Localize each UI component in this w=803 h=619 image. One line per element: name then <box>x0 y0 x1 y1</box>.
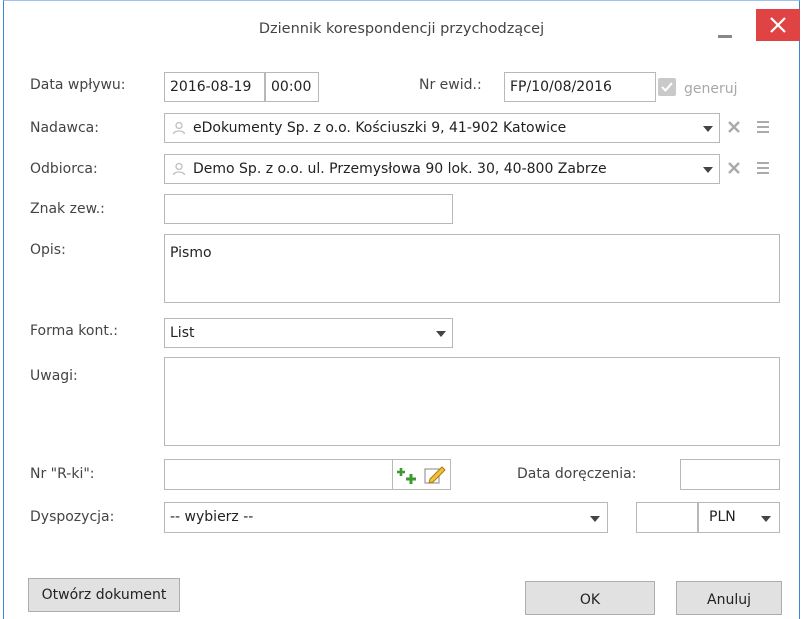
time-input[interactable]: 00:00 <box>265 72 319 102</box>
nr-rki-tools <box>393 459 451 490</box>
open-document-button[interactable]: Otwórz dokument <box>28 578 180 612</box>
add-icon[interactable] <box>397 467 419 485</box>
nadawca-select[interactable]: eDokumenty Sp. z o.o. Kościuszki 9, 41-9… <box>164 113 720 143</box>
opis-label: Opis: <box>30 242 66 258</box>
odbiorca-select[interactable]: Demo Sp. z o.o. ul. Przemysłowa 90 lok. … <box>164 154 720 184</box>
nr-ewid-input[interactable]: FP/10/08/2016 <box>504 72 656 102</box>
nr-rki-label: Nr "R-ki": <box>30 466 95 482</box>
data-wplywu-label: Data wpływu: <box>30 77 126 93</box>
dyspozycja-label: Dyspozycja: <box>30 509 115 525</box>
chevron-down-icon <box>761 516 771 522</box>
chevron-down-icon <box>436 331 446 337</box>
clear-icon[interactable] <box>728 162 740 174</box>
menu-icon[interactable] <box>757 162 769 177</box>
window-title: Dziennik korespondencji przychodzącej <box>258 21 545 37</box>
uwagi-label: Uwagi: <box>30 368 78 384</box>
contact-icon <box>172 121 186 135</box>
close-button[interactable] <box>756 9 800 41</box>
forma-kont-select[interactable]: List <box>164 318 453 348</box>
dialog-window: Dziennik korespondencji przychodzącej Da… <box>3 0 800 619</box>
opis-textarea[interactable]: Pismo <box>164 234 780 303</box>
edit-icon[interactable] <box>424 465 446 485</box>
ok-button[interactable]: OK <box>525 581 655 615</box>
date-input[interactable]: 2016-08-19 <box>164 72 265 102</box>
chevron-down-icon <box>703 126 713 132</box>
generuj-label: generuj <box>684 81 738 97</box>
contact-icon <box>172 162 186 176</box>
nr-rki-input[interactable] <box>164 459 393 490</box>
menu-icon[interactable] <box>757 121 769 136</box>
cancel-button[interactable]: Anuluj <box>676 581 782 615</box>
data-doreczenia-label: Data doręczenia: <box>517 466 637 482</box>
dyspozycja-select[interactable]: -- wybierz -- <box>164 502 608 533</box>
nr-ewid-label: Nr ewid.: <box>419 77 482 93</box>
amount-input[interactable] <box>636 502 698 533</box>
znak-zew-input[interactable] <box>164 194 453 224</box>
check-icon <box>661 82 673 92</box>
forma-kont-label: Forma kont.: <box>30 323 118 339</box>
odbiorca-label: Odbiorca: <box>30 161 98 177</box>
currency-select[interactable]: PLN <box>698 502 780 533</box>
chevron-down-icon <box>703 167 713 173</box>
generuj-checkbox[interactable] <box>658 78 676 96</box>
znak-zew-label: Znak zew.: <box>30 201 105 217</box>
minimize-icon[interactable] <box>718 35 732 38</box>
clear-icon[interactable] <box>728 121 740 133</box>
data-doreczenia-input[interactable] <box>680 459 780 490</box>
nadawca-label: Nadawca: <box>30 120 99 136</box>
uwagi-textarea[interactable] <box>164 357 780 446</box>
chevron-down-icon <box>590 516 600 522</box>
close-icon <box>770 17 786 33</box>
